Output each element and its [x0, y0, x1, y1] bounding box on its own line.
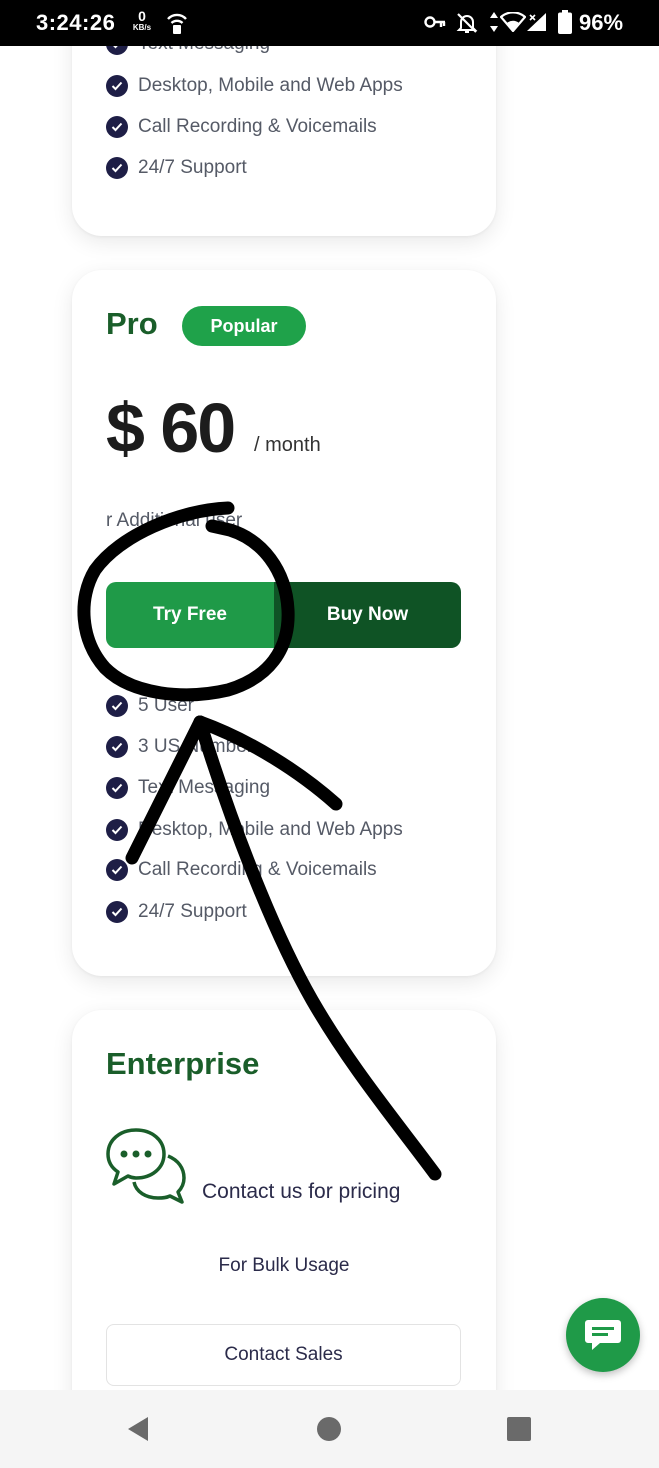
feature-item: Text Messaging [106, 775, 270, 801]
additional-user-text: r Additional user [106, 510, 243, 531]
feature-text: 24/7 Support [138, 901, 247, 922]
check-circle-icon [106, 736, 128, 758]
status-time: 3:24:26 [36, 10, 116, 35]
check-circle-icon [106, 819, 128, 841]
data-arrows-icon [490, 12, 498, 32]
check-circle-icon [106, 46, 128, 55]
check-circle-icon [106, 901, 128, 923]
signal-icon [527, 13, 546, 31]
hotspot-icon [167, 13, 187, 34]
check-circle-icon [106, 777, 128, 799]
check-circle-icon [106, 695, 128, 717]
home-button[interactable] [289, 1390, 369, 1468]
feature-item: Call Recording & Voicemails [106, 114, 377, 140]
network-speed-value: 0 [138, 8, 146, 24]
feature-text: Desktop, Mobile and Web Apps [138, 75, 403, 96]
feature-text: Call Recording & Voicemails [138, 859, 377, 880]
network-speed-unit: KB/s [132, 23, 152, 32]
price-period: / month [254, 434, 321, 456]
feature-item: 24/7 Support [106, 899, 247, 925]
chat-message-icon [585, 1320, 621, 1350]
plan-title: Enterprise [106, 1046, 260, 1081]
status-bar: 3:24:26 0 KB/s 96% [0, 0, 659, 46]
plan-title: Pro [106, 306, 158, 341]
battery-percentage: 96% [579, 10, 624, 35]
recents-square-icon [507, 1417, 531, 1441]
feature-item: Desktop, Mobile and Web Apps [106, 817, 403, 843]
home-circle-icon [317, 1417, 341, 1441]
check-circle-icon [106, 859, 128, 881]
try-free-button[interactable]: Try Free [106, 582, 274, 648]
feature-text: Text Messaging [138, 777, 271, 798]
popular-badge: Popular [182, 306, 306, 346]
contact-pricing-text: Contact us for pricing [202, 1180, 401, 1203]
back-triangle-icon [128, 1417, 148, 1441]
bulk-usage-text: For Bulk Usage [218, 1255, 350, 1276]
feature-text: 24/7 Support [138, 157, 247, 178]
check-circle-icon [106, 75, 128, 97]
plan-action-buttons: Try Free Buy Now [106, 582, 461, 648]
pro-plan-card: Pro Popular $ 60 / month r Additional us… [72, 270, 496, 976]
feature-item: Desktop, Mobile and Web Apps [106, 73, 403, 99]
vpn-key-icon [424, 16, 446, 28]
feature-item: Call Recording & Voicemails [106, 857, 377, 883]
pricing-page: Text Messaging Desktop, Mobile and Web A… [0, 46, 659, 1390]
feature-item: 5 User [106, 693, 194, 719]
back-button[interactable] [98, 1390, 178, 1468]
feature-item: 3 US Number [106, 734, 253, 760]
wifi-icon [500, 12, 526, 32]
notifications-off-icon [456, 13, 478, 33]
feature-item: 24/7 Support [106, 155, 247, 181]
feature-item: Text Messaging [106, 46, 270, 57]
feature-text: 3 US Number [138, 736, 254, 757]
feature-text: 5 User [138, 695, 194, 716]
feature-text: Text Messaging [138, 46, 270, 55]
recents-button[interactable] [479, 1390, 559, 1468]
contact-sales-button[interactable]: Contact Sales [106, 1324, 461, 1386]
buy-now-button[interactable]: Buy Now [274, 582, 461, 648]
feature-text: Desktop, Mobile and Web Apps [138, 819, 403, 840]
basic-plan-card: Text Messaging Desktop, Mobile and Web A… [72, 46, 496, 236]
navigation-bar [0, 1390, 659, 1468]
plan-price: $ 60 [106, 389, 236, 467]
check-circle-icon [106, 116, 128, 138]
feature-text: Call Recording & Voicemails [138, 116, 377, 137]
check-circle-icon [106, 157, 128, 179]
battery-icon [558, 10, 572, 34]
chat-bubbles-icon [106, 1128, 186, 1204]
chat-support-button[interactable] [566, 1298, 640, 1372]
network-speed: 0 KB/s [130, 9, 154, 32]
enterprise-plan-card: Enterprise Contact us for pricing For Bu… [72, 1010, 496, 1390]
